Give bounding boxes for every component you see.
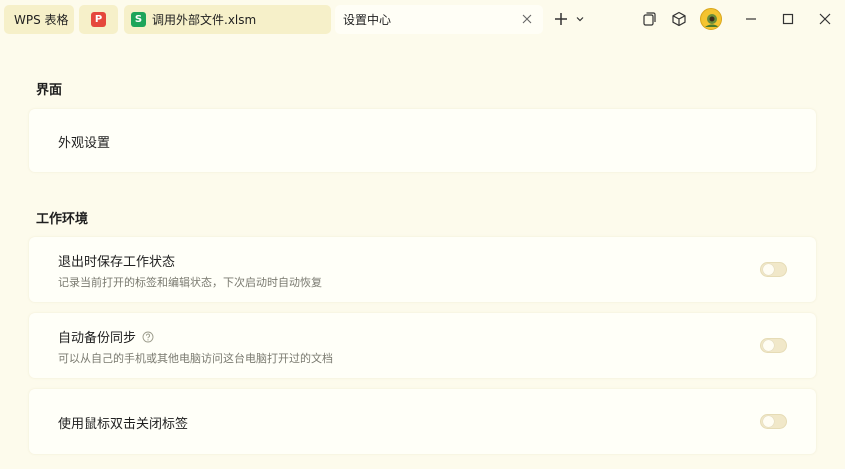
cube-icon[interactable]: [670, 10, 688, 28]
double-click-close-tab-card: 使用鼠标双击关闭标签: [29, 389, 816, 454]
double-click-close-tab-toggle[interactable]: [760, 414, 787, 429]
tab-wps-home-label: WPS 表格: [14, 13, 69, 27]
auto-backup-sync-card: 自动备份同步 可以从自己的手机或其他电脑访问这台电脑打开过的文档: [29, 313, 816, 378]
appearance-settings-title: 外观设置: [58, 136, 111, 151]
title-bar: WPS 表格 P S 调用外部文件.xlsm 设置中心: [0, 0, 845, 38]
section-title-work-environment: 工作环境: [36, 212, 89, 227]
appearance-settings-card[interactable]: 外观设置: [29, 109, 816, 172]
close-window-icon[interactable]: [817, 10, 833, 28]
help-icon[interactable]: [142, 331, 154, 343]
auto-backup-sync-title-row: 自动备份同步: [58, 327, 154, 346]
chevron-down-icon[interactable]: [574, 13, 586, 25]
maximize-icon[interactable]: [780, 10, 796, 28]
tab-xlsm-label: 调用外部文件.xlsm: [152, 13, 257, 27]
new-tab-plus-icon[interactable]: [552, 11, 570, 27]
tab-settings-label: 设置中心: [343, 13, 392, 27]
tab-pdf[interactable]: P: [79, 5, 118, 34]
auto-backup-sync-toggle[interactable]: [760, 338, 787, 353]
save-work-state-title: 退出时保存工作状态: [58, 255, 176, 270]
tab-wps-home[interactable]: WPS 表格: [4, 5, 74, 34]
user-avatar[interactable]: [700, 8, 722, 30]
save-work-state-desc: 记录当前打开的标签和编辑状态，下次启动时自动恢复: [58, 276, 322, 289]
window-tabs-icon[interactable]: [640, 10, 658, 28]
auto-backup-sync-title: 自动备份同步: [58, 331, 137, 346]
spreadsheet-icon: S: [131, 12, 146, 27]
auto-backup-sync-desc: 可以从自己的手机或其他电脑访问这台电脑打开过的文档: [58, 352, 333, 365]
tab-settings[interactable]: 设置中心: [335, 5, 543, 34]
tab-xlsm-file[interactable]: S 调用外部文件.xlsm: [124, 5, 331, 34]
save-work-state-toggle[interactable]: [760, 262, 787, 277]
close-tab-icon[interactable]: [521, 13, 533, 25]
pdf-icon: P: [91, 12, 106, 27]
save-work-state-card: 退出时保存工作状态 记录当前打开的标签和编辑状态，下次启动时自动恢复: [29, 237, 816, 302]
section-title-interface: 界面: [36, 83, 63, 98]
minimize-icon[interactable]: [743, 10, 759, 28]
double-click-close-tab-title: 使用鼠标双击关闭标签: [58, 417, 189, 432]
